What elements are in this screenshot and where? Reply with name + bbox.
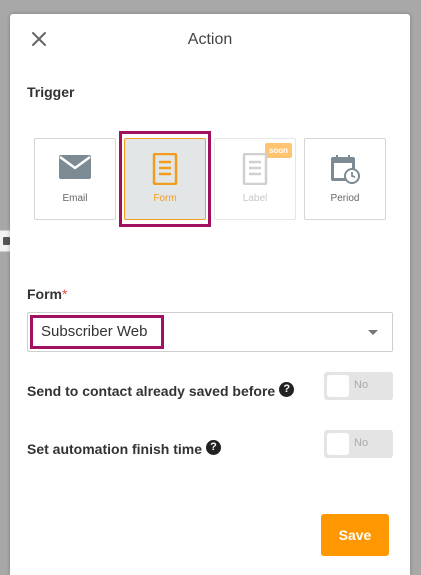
form-select-value: Subscriber Web <box>41 323 148 340</box>
form-select[interactable]: Subscriber Web <box>27 312 393 352</box>
trigger-option-label: Period <box>330 193 360 204</box>
modal-header: Action <box>10 14 410 66</box>
label-document-icon <box>242 153 268 185</box>
form-field-label: Form* <box>27 286 67 302</box>
trigger-option-label: Email <box>62 193 88 204</box>
trigger-section-label: Trigger <box>27 84 75 100</box>
form-field-label-text: Form <box>27 286 62 302</box>
trigger-option-label: Form <box>153 193 177 204</box>
toggle-state-text: No <box>354 379 369 391</box>
setting-automation-finish-time: Set automation finish time? <box>27 440 222 457</box>
trigger-option-label-disabled: soon Label <box>214 138 296 220</box>
toggle-knob <box>327 433 349 455</box>
calendar-clock-icon <box>331 155 360 184</box>
help-icon[interactable]: ? <box>279 382 295 397</box>
background-page-edge <box>0 230 10 252</box>
envelope-icon <box>59 155 91 179</box>
action-modal: Action Trigger Email Form soon Label Per… <box>10 14 410 575</box>
setting-label-text: Send to contact already saved before <box>27 383 276 399</box>
background-element-icon <box>3 237 10 245</box>
trigger-option-email[interactable]: Email <box>34 138 116 220</box>
required-marker: * <box>62 286 68 302</box>
trigger-option-period[interactable]: Period <box>304 138 386 220</box>
form-document-icon <box>152 153 178 185</box>
modal-title: Action <box>187 31 233 48</box>
toggle-state-text: No <box>354 437 369 449</box>
automation-finish-time-toggle[interactable]: No <box>324 430 393 458</box>
trigger-option-form[interactable]: Form <box>124 138 206 220</box>
save-button[interactable]: Save <box>321 514 389 556</box>
help-icon[interactable]: ? <box>206 440 222 455</box>
send-to-saved-contact-toggle[interactable]: No <box>324 372 393 400</box>
caret-down-icon <box>368 330 378 335</box>
setting-label-text: Set automation finish time <box>27 441 203 457</box>
trigger-option-label: Label <box>242 193 268 204</box>
toggle-knob <box>327 375 349 397</box>
trigger-options: Email Form soon Label Period <box>34 131 394 227</box>
setting-send-to-saved-contact: Send to contact already saved before? <box>27 382 295 399</box>
